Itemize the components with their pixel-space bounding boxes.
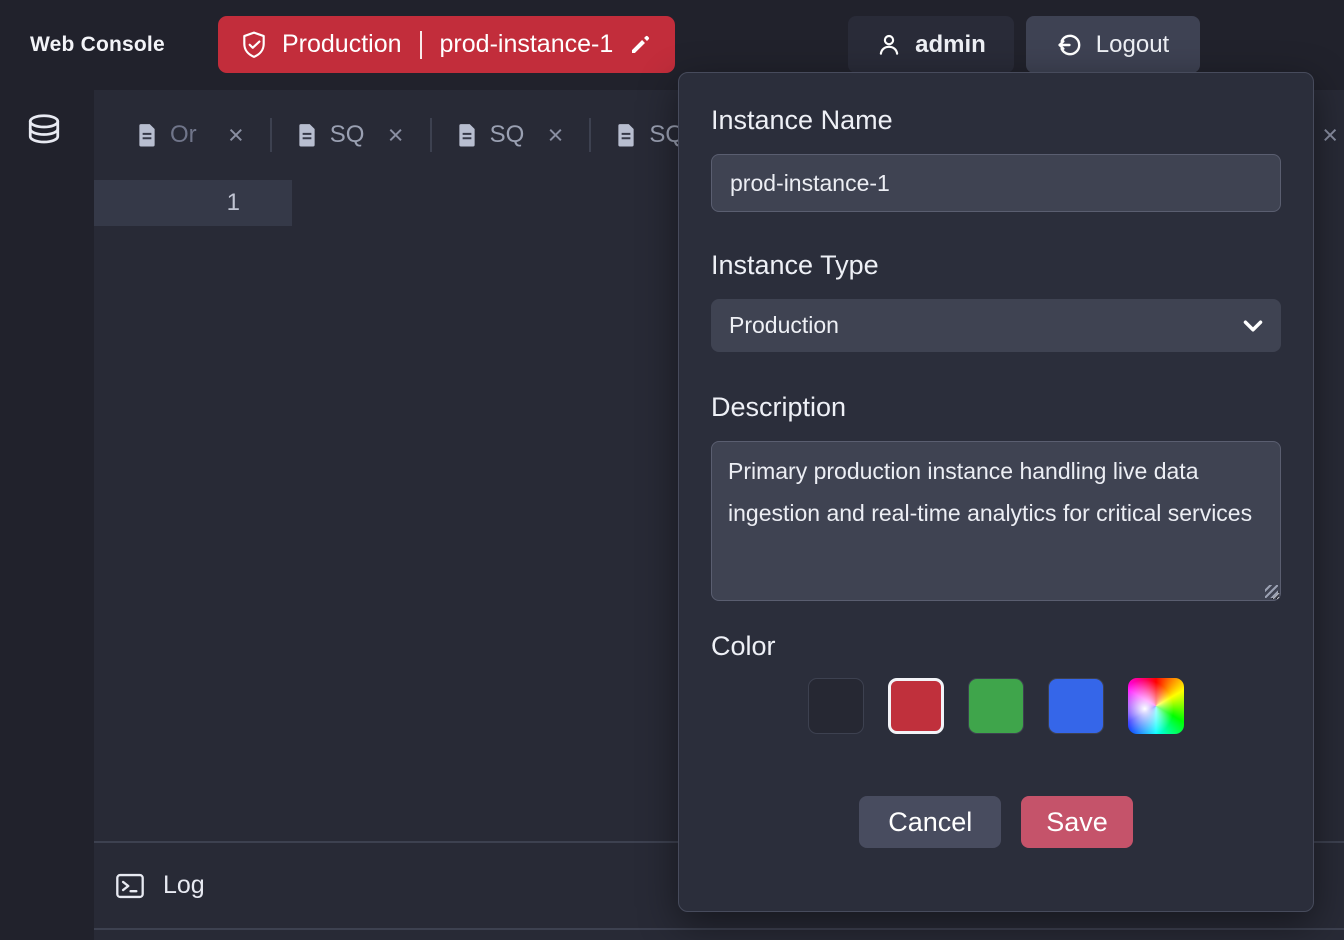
database-icon[interactable] <box>24 112 64 152</box>
instance-type-label: Instance Type <box>711 250 1281 281</box>
person-icon <box>876 32 902 58</box>
document-icon <box>615 123 637 147</box>
description-label: Description <box>711 392 1281 423</box>
color-swatch-rainbow[interactable] <box>1128 678 1184 734</box>
shield-check-icon <box>241 31 267 59</box>
app-title: Web Console <box>30 0 165 90</box>
color-swatch-red[interactable] <box>888 678 944 734</box>
pencil-icon[interactable] <box>628 33 652 57</box>
username: admin <box>915 31 986 59</box>
current-line-gutter: 1 <box>94 180 292 226</box>
color-label: Color <box>711 631 1281 662</box>
sidebar <box>0 90 94 940</box>
tab-label: Or <box>170 121 214 149</box>
tab-divider <box>430 118 432 152</box>
editor-tab-1[interactable]: Or × <box>124 121 258 149</box>
tab-label: SQ <box>490 121 534 149</box>
color-swatch-blue[interactable] <box>1048 678 1104 734</box>
logout-button[interactable]: Logout <box>1026 16 1200 73</box>
tab-divider <box>270 118 272 152</box>
logout-icon <box>1057 32 1083 58</box>
chevron-down-icon <box>1243 319 1263 333</box>
color-swatch-green[interactable] <box>968 678 1024 734</box>
terminal-icon <box>115 871 145 901</box>
tab-label: SQ <box>330 121 374 149</box>
log-panel-label: Log <box>163 871 205 900</box>
editor-tab-3[interactable]: SQ × <box>444 121 578 149</box>
instance-type-select[interactable]: Production <box>711 299 1281 352</box>
color-swatch-default[interactable] <box>808 678 864 734</box>
description-textarea[interactable]: Primary production instance handling liv… <box>711 441 1281 601</box>
dialog-button-row: Cancel Save <box>711 796 1281 848</box>
logout-label: Logout <box>1096 31 1169 59</box>
document-icon <box>296 123 318 147</box>
environment-badge[interactable]: Production prod-instance-1 <box>218 16 675 73</box>
instance-type-selected-value: Production <box>729 312 839 339</box>
tab-divider <box>589 118 591 152</box>
document-icon <box>456 123 478 147</box>
line-number: 1 <box>227 189 240 217</box>
description-field-wrap: Primary production instance handling liv… <box>711 441 1281 601</box>
editor-tab-2[interactable]: SQ × <box>284 121 418 149</box>
instance-settings-dialog: Instance Name Instance Type Production D… <box>678 72 1314 912</box>
badge-environment-label: Production <box>282 30 402 59</box>
tab-close-icon[interactable]: × <box>386 122 406 149</box>
resize-handle[interactable] <box>1265 585 1278 598</box>
instance-name-label: Instance Name <box>711 105 1281 136</box>
badge-separator <box>420 31 422 59</box>
badge-instance-name: prod-instance-1 <box>440 30 614 59</box>
web-console-screen: Web Console Production prod-instance-1 <box>0 0 1344 940</box>
tab-close-icon[interactable]: × <box>226 122 246 149</box>
tab-close-icon-overflow[interactable]: × <box>1322 90 1338 180</box>
cancel-button[interactable]: Cancel <box>859 796 1001 848</box>
save-button[interactable]: Save <box>1021 796 1133 848</box>
user-chip: admin <box>848 16 1014 73</box>
instance-name-input[interactable] <box>711 154 1281 212</box>
color-swatch-row <box>711 678 1281 734</box>
tab-close-icon[interactable]: × <box>546 122 566 149</box>
document-icon <box>136 123 158 147</box>
